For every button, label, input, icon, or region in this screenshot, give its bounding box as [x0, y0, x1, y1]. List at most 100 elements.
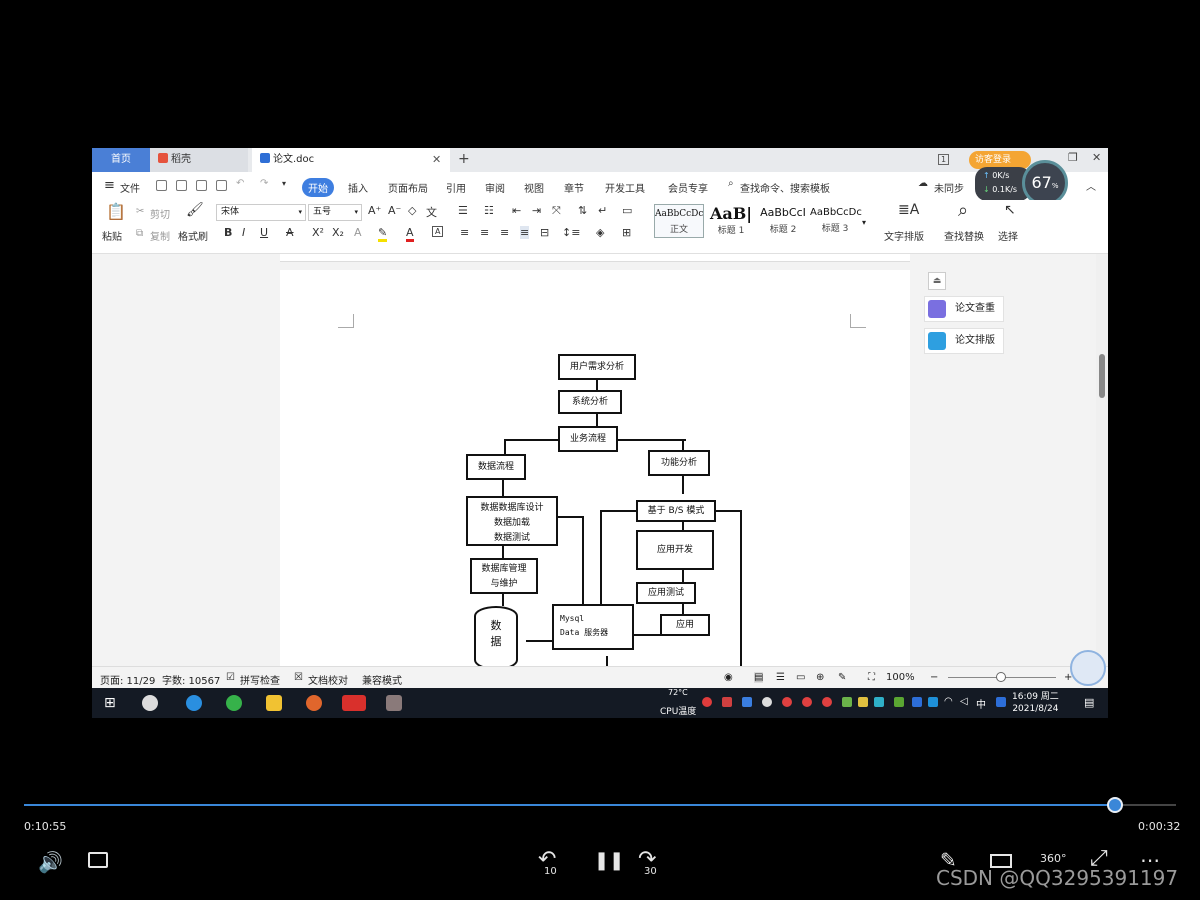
reading-view-icon[interactable]: ▭	[796, 672, 805, 683]
chinese-layout-icon[interactable]: ⤧	[552, 204, 561, 218]
outdent-icon[interactable]: ⇤	[512, 204, 521, 217]
tray-qq-icon[interactable]	[802, 697, 812, 707]
italic-icon[interactable]: I	[242, 226, 245, 239]
pause-button[interactable]: ❚❚	[594, 850, 624, 871]
wifi-icon[interactable]: ◠	[944, 696, 953, 707]
cut-icon[interactable]: ✂	[136, 206, 144, 217]
align-left-icon[interactable]: ≡	[460, 226, 469, 239]
format-painter-button[interactable]: 格式刷	[178, 228, 208, 243]
spell-check-button[interactable]: 拼写检查	[240, 672, 280, 687]
borders-icon[interactable]: ⊞	[622, 226, 631, 239]
hamburger-icon[interactable]: ≡	[104, 178, 115, 193]
paste-button[interactable]: 粘贴	[102, 228, 122, 243]
search-icon[interactable]: ⌕	[728, 178, 734, 189]
text-layout-button[interactable]: 文字排版	[884, 228, 924, 243]
print-icon[interactable]	[196, 180, 207, 191]
close-icon[interactable]: ✕	[1092, 151, 1101, 164]
ime-indicator[interactable]: 中	[976, 696, 986, 711]
outline-view-icon[interactable]: ☰	[776, 672, 785, 683]
sort-icon[interactable]: ⇅	[578, 204, 587, 217]
collapse-ribbon-icon[interactable]: ︿	[1086, 178, 1096, 193]
tray-app-icon[interactable]	[874, 697, 884, 707]
system-clock[interactable]: 16:09 周二 2021/8/24	[1012, 691, 1059, 715]
tray-app-icon[interactable]	[928, 697, 938, 707]
sync-status[interactable]: 未同步	[934, 180, 964, 195]
font-color-icon[interactable]: A	[406, 226, 414, 242]
volume-icon[interactable]: ◁	[960, 696, 968, 707]
menu-file[interactable]: 文件	[120, 180, 140, 195]
menu-page-layout[interactable]: 页面布局	[388, 180, 428, 195]
zoom-slider-knob[interactable]	[996, 672, 1006, 682]
zoom-out-icon[interactable]: −	[930, 672, 938, 683]
char-border-icon[interactable]: A	[432, 226, 444, 237]
undo-icon[interactable]: ↶	[236, 178, 244, 189]
style-heading-1[interactable]: AaB| 标题 1	[706, 204, 756, 238]
copy-icon[interactable]: ⧉	[136, 228, 143, 239]
highlight-icon[interactable]: ✎	[378, 226, 388, 242]
page-indicator[interactable]: 页面: 11/29	[100, 672, 155, 687]
shrink-font-icon[interactable]: A⁻	[388, 204, 401, 217]
tab-daoke[interactable]: 稻壳	[150, 148, 248, 172]
tray-nvidia-icon[interactable]	[894, 697, 904, 707]
tray-shield-icon[interactable]	[742, 697, 752, 707]
web-view-icon[interactable]: ⊕	[816, 672, 824, 683]
pen-icon[interactable]: ✎	[838, 672, 846, 683]
shading-icon[interactable]: ◈	[596, 226, 604, 239]
tray-app-icon[interactable]	[722, 697, 732, 707]
line-spacing-icon[interactable]: ↕≡	[562, 226, 580, 239]
notification-center-icon[interactable]: ▤	[1084, 696, 1094, 709]
proofread-icon[interactable]: ☒	[294, 672, 303, 683]
menu-references[interactable]: 引用	[446, 180, 466, 195]
export-icon[interactable]	[176, 180, 187, 191]
tab-document[interactable]: 论文.doc ✕	[252, 148, 450, 172]
format-painter-icon[interactable]: 🖌	[186, 202, 204, 218]
find-replace-icon[interactable]: ⌕	[958, 200, 968, 221]
save-icon[interactable]	[156, 180, 167, 191]
page-view-icon[interactable]: ▤	[754, 672, 764, 683]
tray-qq-icon[interactable]	[782, 697, 792, 707]
ruler-icon[interactable]: ▭	[622, 204, 632, 217]
tray-app-icon[interactable]	[842, 697, 852, 707]
seek-bar[interactable]	[24, 797, 1176, 813]
preview-icon[interactable]	[216, 180, 227, 191]
green-browser-icon[interactable]	[226, 695, 242, 711]
quick-dropdown-icon[interactable]: ▾	[282, 179, 286, 188]
font-size-select[interactable]: 五号 ▾	[308, 204, 362, 221]
show-marks-icon[interactable]: ↵	[598, 204, 607, 217]
tab-close-icon[interactable]: ✕	[432, 148, 441, 172]
cut-button[interactable]: 剪切	[150, 206, 170, 221]
tab-home[interactable]: 首页	[92, 148, 150, 172]
wps-taskbar-icon[interactable]	[342, 695, 366, 711]
style-more-icon[interactable]: ▾	[862, 218, 866, 227]
redo-icon[interactable]: ↷	[260, 178, 268, 189]
bullet-list-icon[interactable]: ☰	[458, 204, 468, 217]
tray-app-icon[interactable]	[996, 697, 1006, 707]
captions-button[interactable]	[88, 852, 108, 868]
command-search[interactable]: 查找命令、搜索模板	[740, 180, 830, 195]
cloud-icon[interactable]: ☁	[918, 178, 928, 189]
numbered-list-icon[interactable]: ☷	[484, 204, 494, 217]
spell-check-icon[interactable]: ☑	[226, 672, 235, 683]
paper-layout-button[interactable]: 论文排版	[924, 328, 1004, 354]
seek-bar-knob[interactable]	[1106, 797, 1123, 813]
style-heading-2[interactable]: AaBbCcI 标题 2	[758, 204, 808, 238]
vr-360-button[interactable]: 360°	[1040, 852, 1067, 865]
panel-collapse-icon[interactable]: ⏏	[928, 272, 946, 290]
superscript-icon[interactable]: X²	[312, 226, 324, 239]
find-replace-button[interactable]: 查找替换	[944, 228, 984, 243]
align-center-icon[interactable]: ≡	[480, 226, 489, 239]
new-tab-icon[interactable]: +	[458, 151, 470, 167]
zoom-level[interactable]: 100%	[886, 672, 915, 683]
menu-view[interactable]: 视图	[524, 180, 544, 195]
document-page[interactable]: 用户需求分析 系统分析 业务流程 数据流程 功能分析 数据数据库设计 数据加载 …	[280, 270, 910, 670]
grow-font-icon[interactable]: A⁺	[368, 204, 381, 217]
style-heading-3[interactable]: AaBbCcDc 标题 3	[810, 204, 862, 238]
strikethrough-icon[interactable]: A	[286, 226, 294, 239]
rewind-button[interactable]: ↶ 10	[538, 848, 562, 878]
menu-start[interactable]: 开始	[302, 178, 334, 197]
menu-dev-tools[interactable]: 开发工具	[605, 180, 645, 195]
menu-insert[interactable]: 插入	[348, 180, 368, 195]
word-count[interactable]: 字数: 10567	[162, 672, 220, 687]
copy-button[interactable]: 复制	[150, 228, 170, 243]
tray-app-icon[interactable]	[858, 697, 868, 707]
